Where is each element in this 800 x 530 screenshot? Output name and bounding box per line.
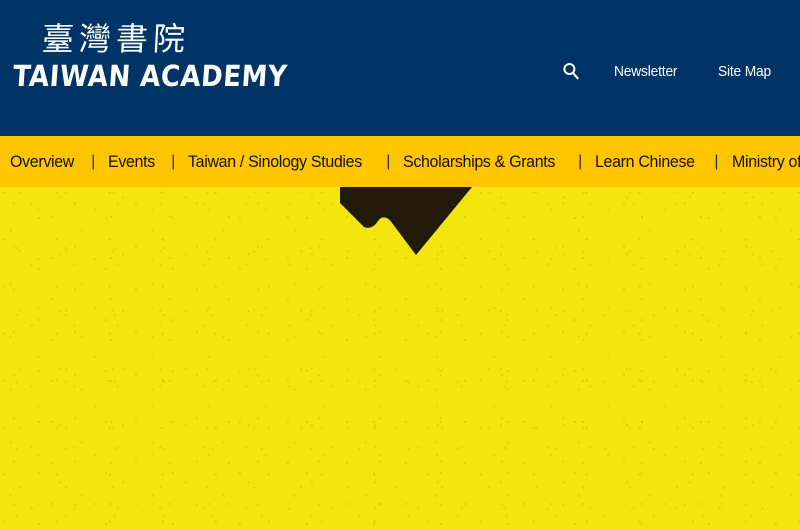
- site-map-link[interactable]: Site Map: [718, 63, 771, 80]
- nav-item-overview[interactable]: Overview: [10, 152, 74, 172]
- site-header: 臺灣書院 TAIWAN ACADEMY Newsletter Site Map: [0, 0, 800, 136]
- nav-separator: |: [171, 152, 176, 170]
- nav-item-events[interactable]: Events: [108, 152, 155, 172]
- logo-chinese-text: 臺灣書院: [40, 20, 191, 58]
- page-root: 臺灣書院 TAIWAN ACADEMY Newsletter Site Map …: [0, 0, 800, 530]
- newsletter-link[interactable]: Newsletter: [614, 63, 678, 80]
- hero-banner[interactable]: waves: [0, 187, 800, 530]
- nav-item-taiwan-sinology-studies[interactable]: Taiwan / Sinology Studies: [188, 152, 362, 172]
- search-button[interactable]: [556, 56, 586, 86]
- nav-separator: |: [386, 152, 391, 170]
- angular-w-glyph-icon: [340, 187, 472, 255]
- nav-separator: |: [714, 152, 719, 170]
- nav-item-ministry-of-culture[interactable]: Ministry of Culture: [732, 152, 800, 172]
- nav-item-learn-chinese[interactable]: Learn Chinese: [595, 152, 695, 172]
- nav-separator: |: [91, 152, 96, 170]
- search-icon: [562, 63, 579, 80]
- header-utilities: Newsletter Site Map: [556, 56, 776, 86]
- main-navigation: Overview | Events | Taiwan / Sinology St…: [0, 136, 800, 187]
- logo-english-text: TAIWAN ACADEMY: [11, 60, 289, 94]
- site-logo[interactable]: 臺灣書院 TAIWAN ACADEMY: [11, 20, 289, 114]
- nav-item-scholarships-grants[interactable]: Scholarships & Grants: [403, 152, 555, 172]
- nav-separator: |: [578, 152, 583, 170]
